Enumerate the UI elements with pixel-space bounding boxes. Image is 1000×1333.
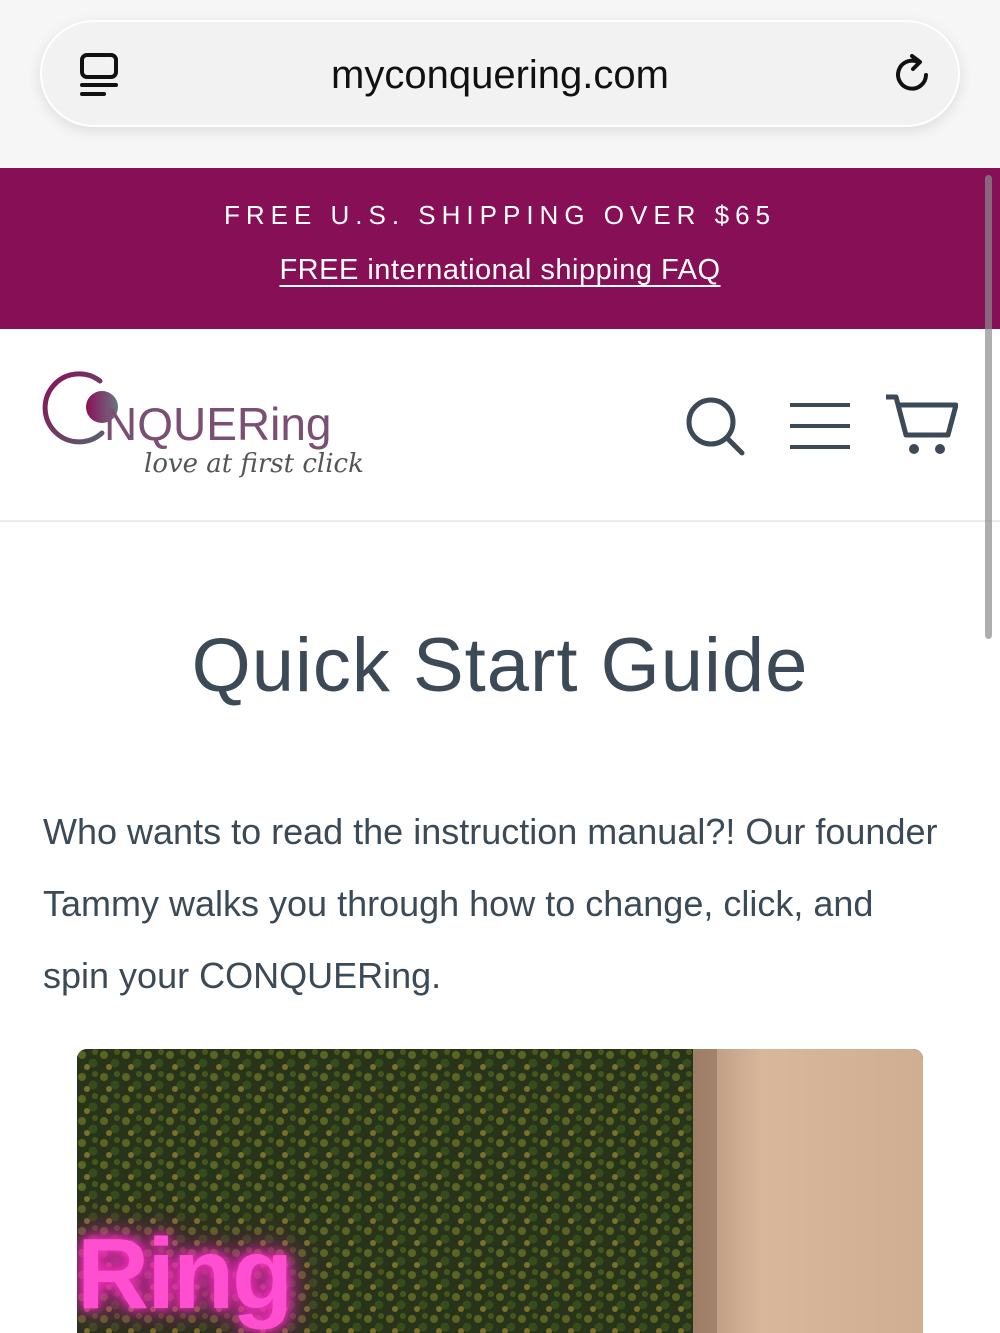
search-icon[interactable] (684, 395, 746, 457)
intro-paragraph: Who wants to read the instruction manual… (43, 811, 938, 996)
address-bar[interactable]: myconquering.com (40, 20, 960, 127)
cart-icon[interactable] (884, 391, 958, 461)
page-title: Quick Start Guide (191, 623, 809, 708)
video-thumbnail[interactable]: Ring (77, 1049, 923, 1333)
logo-tagline: love at first click (144, 449, 364, 479)
site-logo[interactable]: NQUERing love at first click (40, 367, 400, 487)
menu-icon[interactable] (788, 401, 852, 451)
announcement-bar: FREE U.S. SHIPPING OVER $65 FREE interna… (0, 168, 1000, 329)
site-header: NQUERing love at first click (0, 329, 1000, 522)
page: myconquering.com FREE U.S. SHIPPING OVER… (0, 0, 1000, 1333)
reload-icon[interactable] (890, 52, 936, 98)
url-text[interactable]: myconquering.com (42, 22, 958, 129)
neon-sign-text: Ring (77, 1218, 293, 1330)
browser-toolbar: myconquering.com (0, 0, 1000, 168)
logo-wordmark: NQUERing (104, 398, 332, 450)
page-scrollbar[interactable] (985, 175, 992, 639)
shipping-announcement: FREE U.S. SHIPPING OVER $65 (223, 200, 777, 230)
international-shipping-link[interactable]: FREE international shipping FAQ (0, 254, 1000, 287)
